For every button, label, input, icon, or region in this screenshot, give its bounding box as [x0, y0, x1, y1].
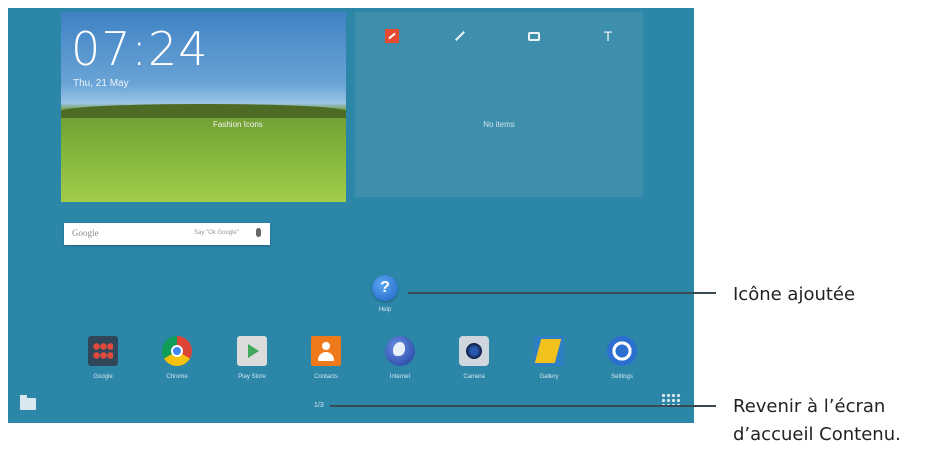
dock-app-label: Settings — [611, 374, 633, 380]
dock-app-label: Google — [93, 374, 113, 380]
callout-return-line2: d’accueil Contenu. — [733, 424, 901, 445]
scrapbook-icon[interactable] — [380, 24, 404, 48]
dock-app-label: Chrome — [166, 374, 188, 380]
settings-icon — [607, 336, 637, 366]
dock-app-label: Internet — [389, 374, 411, 380]
internet-icon — [385, 336, 415, 366]
dock-app-play-store[interactable]: Play Store — [216, 336, 288, 380]
camera-crop-icon[interactable] — [522, 24, 546, 48]
callout-return-line1: Revenir à l’écran — [733, 396, 886, 417]
gallery-icon — [534, 336, 564, 366]
dock-app-settings[interactable]: Settings — [586, 336, 658, 380]
dock-app-label: Camera — [463, 374, 485, 380]
contacts-icon — [311, 336, 341, 366]
camera-icon — [459, 336, 489, 366]
pen-icon[interactable] — [448, 24, 472, 48]
play-store-icon — [237, 336, 267, 366]
notes-widget[interactable]: T No items — [355, 12, 643, 197]
help-icon[interactable]: ? — [372, 275, 398, 301]
google-folder-icon — [88, 336, 118, 366]
dock-app-gallery[interactable]: Gallery — [513, 336, 585, 380]
mic-icon[interactable] — [256, 228, 261, 237]
dock-app-chrome[interactable]: Chrome — [141, 336, 213, 380]
chrome-icon — [162, 336, 192, 366]
clock-date: Thu, 21 May — [73, 78, 129, 89]
text-icon[interactable]: T — [596, 24, 620, 48]
help-label: Help — [378, 307, 392, 313]
google-logo: Google — [72, 228, 99, 238]
dock-app-google[interactable]: Google — [67, 336, 139, 380]
callout-line-return — [330, 405, 716, 407]
dock-app-contacts[interactable]: Contacts — [290, 336, 362, 380]
callout-added-icon: Icône ajoutée — [733, 284, 856, 305]
dock-app-label: Play Store — [238, 374, 266, 380]
clock-time: 07:24 — [71, 22, 209, 76]
dock-app-label: Contacts — [314, 374, 338, 380]
weather-location: Fashion Icons — [213, 120, 263, 129]
dock-app-camera[interactable]: Camera — [438, 336, 510, 380]
dock-app-label: Gallery — [539, 374, 559, 380]
text-tool-glyph: T — [603, 28, 613, 44]
dock-app-internet[interactable]: Internet — [364, 336, 436, 380]
notes-toolbar: T — [355, 24, 643, 48]
page-indicator[interactable]: 1/3 — [314, 402, 324, 409]
notes-empty-text: No items — [483, 120, 515, 129]
clock-weather-widget[interactable]: 07:24 Thu, 21 May Fashion Icons — [61, 12, 346, 202]
voice-search-hint: Say "Ok Google" — [194, 230, 239, 236]
wallpaper-hills — [61, 104, 346, 118]
home-screen: 07:24 Thu, 21 May Fashion Icons T No ite… — [8, 8, 694, 423]
google-search-bar[interactable]: Google Say "Ok Google" — [64, 223, 270, 245]
folder-icon[interactable] — [20, 395, 36, 410]
callout-line-added-icon — [408, 292, 716, 294]
